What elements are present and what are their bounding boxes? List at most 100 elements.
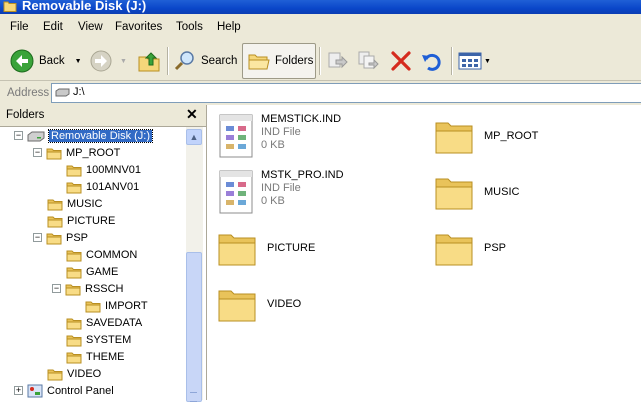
tree-node-picture[interactable]: PICTURE (47, 212, 115, 229)
folder-icon (3, 1, 17, 12)
close-icon[interactable]: ✕ (186, 106, 198, 123)
ind-file-icon (219, 170, 253, 214)
delete-button[interactable] (390, 45, 412, 77)
folder-icon (66, 180, 82, 194)
collapse-icon[interactable]: − (14, 131, 23, 140)
file-list-pane: MEMSTICK.IND IND File 0 KB MSTK_PRO.IND … (207, 105, 641, 400)
folders-button[interactable]: Folders (242, 43, 316, 79)
tree-node-video[interactable]: VIDEO (47, 365, 101, 382)
views-icon (458, 52, 482, 70)
tree-node-mp-root[interactable]: − MP_ROOT (33, 144, 121, 161)
file-size: 0 KB (261, 139, 285, 151)
collapse-icon[interactable]: − (33, 233, 42, 242)
tree-node-control-panel[interactable]: + Control Panel (14, 382, 114, 399)
search-button[interactable]: Search (173, 45, 237, 77)
views-button[interactable]: ▼ (458, 45, 491, 77)
folder-icon (66, 333, 82, 347)
back-button[interactable]: Back ▼ (9, 45, 82, 77)
back-dropdown-icon[interactable]: ▼ (75, 58, 82, 65)
folder-item-video[interactable]: VIDEO (217, 285, 301, 323)
address-input[interactable]: J:\ (51, 83, 641, 103)
address-label: Address (7, 87, 50, 99)
drive-icon (27, 130, 45, 142)
menu-file[interactable]: File (10, 21, 29, 33)
search-icon (174, 51, 194, 71)
menu-favorites[interactable]: Favorites (115, 21, 162, 33)
expand-icon[interactable]: + (14, 386, 23, 395)
folder-icon (47, 214, 63, 228)
copy-to-button[interactable] (357, 45, 379, 77)
up-folder-button[interactable] (137, 45, 161, 77)
tree-node-savedata[interactable]: SAVEDATA (66, 314, 142, 331)
file-item[interactable]: MEMSTICK.IND IND File 0 KB (217, 113, 341, 159)
address-bar: Address J:\ (0, 81, 641, 105)
tree-node-rssch[interactable]: − RSSCH (52, 280, 124, 297)
tree-node-theme[interactable]: THEME (66, 348, 125, 365)
undo-button[interactable] (421, 45, 443, 77)
forward-arrow-icon (90, 50, 112, 72)
scroll-grip (190, 392, 197, 402)
menu-bar: File Edit View Favorites Tools Help (0, 14, 641, 43)
folder-item-picture[interactable]: PICTURE (217, 229, 315, 267)
folder-name: MUSIC (484, 186, 520, 198)
forward-button[interactable]: ▼ (89, 45, 127, 77)
toolbar-separator (451, 47, 453, 75)
folder-item-psp[interactable]: PSP (434, 229, 506, 267)
folder-icon (435, 234, 473, 266)
tree-node-music[interactable]: MUSIC (47, 195, 102, 212)
tree-node-import[interactable]: IMPORT (85, 297, 148, 314)
folder-icon (65, 282, 81, 296)
folder-icon (46, 146, 62, 160)
title-bar[interactable]: Removable Disk (J:) (0, 0, 641, 14)
tree-node-label: PICTURE (67, 214, 116, 227)
folder-item-mp-root[interactable]: MP_ROOT (434, 117, 538, 155)
folders-label: Folders (275, 55, 314, 67)
back-arrow-icon (10, 49, 34, 73)
menu-edit[interactable]: Edit (43, 21, 63, 33)
tree-node-label: SYSTEM (86, 333, 132, 346)
folder-icon (218, 290, 256, 322)
tree-node-label: IMPORT (105, 299, 148, 312)
views-dropdown-icon[interactable]: ▼ (484, 58, 491, 65)
tree-node-label: 100MNV01 (86, 163, 142, 176)
tree-node-label: RSSCH (85, 282, 124, 295)
scroll-thumb[interactable] (186, 252, 202, 402)
menu-tools[interactable]: Tools (176, 21, 203, 33)
menu-view[interactable]: View (78, 21, 103, 33)
collapse-icon[interactable]: − (33, 148, 42, 157)
toolbar-separator (319, 47, 321, 75)
move-to-button[interactable] (326, 45, 348, 77)
tree-node-removable-disk-j[interactable]: − Removable Disk (J:) (14, 127, 154, 144)
folder-icon (435, 178, 473, 210)
folder-icon (66, 163, 82, 177)
tree-node-label: Removable Disk (J:) (47, 128, 154, 143)
tree-node-101anv01[interactable]: 101ANV01 (66, 178, 139, 195)
folders-pane-title: Folders (6, 109, 45, 121)
tree-node-label: Control Panel (47, 384, 114, 397)
tree-node-label: PSP (66, 231, 89, 244)
folder-item-music[interactable]: MUSIC (434, 173, 519, 211)
move-to-icon (328, 52, 348, 69)
forward-dropdown-icon[interactable]: ▼ (120, 58, 127, 65)
tree-node-psp[interactable]: − PSP (33, 229, 89, 246)
tree-node-system[interactable]: SYSTEM (66, 331, 131, 348)
control-panel-icon (27, 384, 43, 398)
folder-icon (47, 197, 63, 211)
scroll-up-icon[interactable]: ▲ (186, 129, 202, 145)
tree-node-game[interactable]: GAME (66, 263, 118, 280)
folder-name: PICTURE (267, 242, 316, 254)
up-folder-icon (138, 52, 160, 72)
tree-node-label: MP_ROOT (66, 146, 121, 159)
folders-icon (248, 54, 270, 70)
folder-name: PSP (484, 242, 507, 254)
copy-to-icon (358, 51, 379, 70)
menu-help[interactable]: Help (217, 21, 241, 33)
tree-scrollbar[interactable]: ▲ (186, 127, 203, 402)
folder-tree: − Removable Disk (J:) − MP_ROOT 100MNV01 101A… (0, 127, 186, 400)
tree-node-common[interactable]: COMMON (66, 246, 137, 263)
collapse-icon[interactable]: − (52, 284, 61, 293)
tree-node-label: COMMON (86, 248, 138, 261)
toolbar-separator (167, 47, 169, 75)
tree-node-100mnv01[interactable]: 100MNV01 (66, 161, 141, 178)
file-item[interactable]: MSTK_PRO.IND IND File 0 KB (217, 169, 344, 215)
